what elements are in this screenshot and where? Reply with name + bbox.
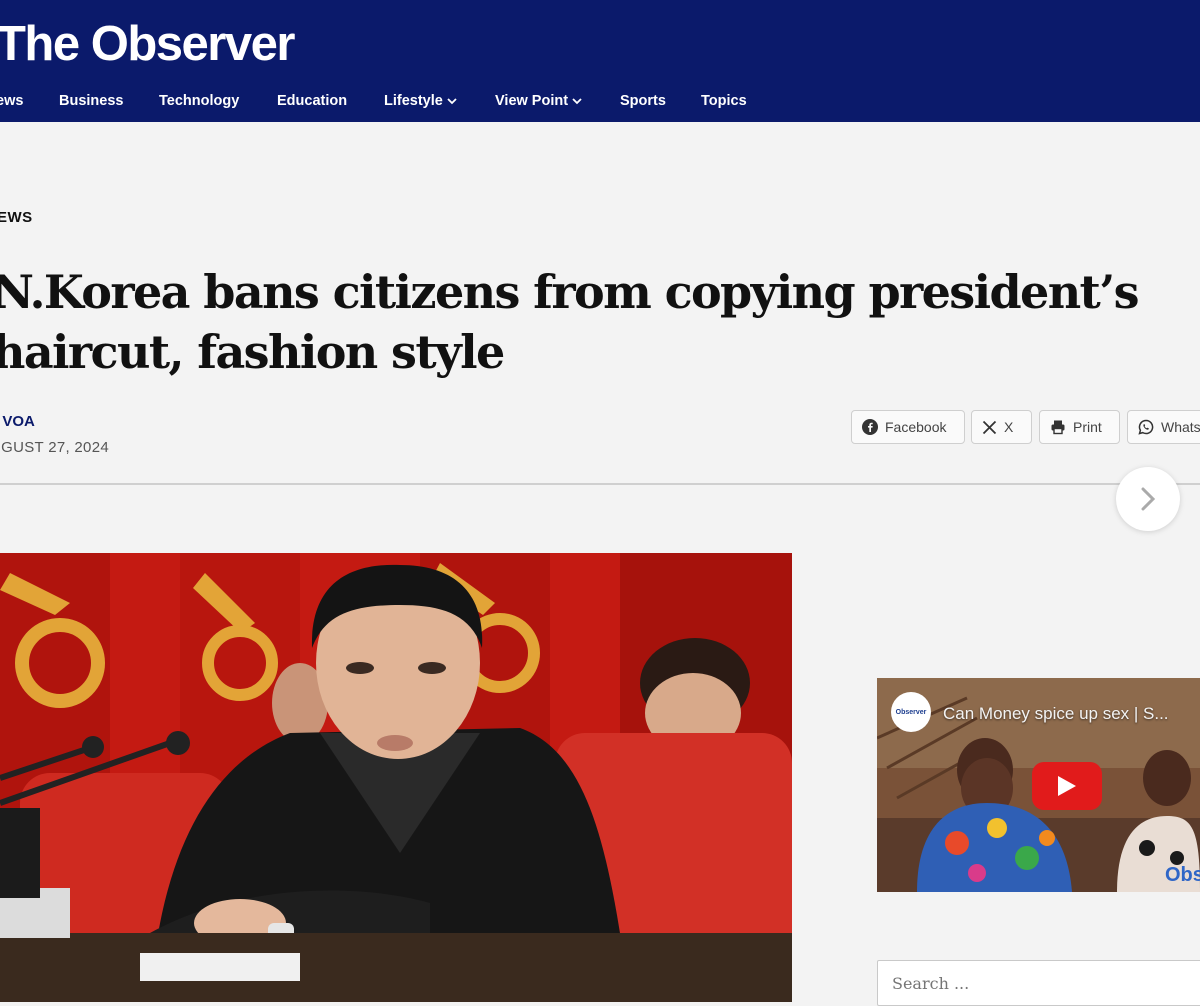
site-logo[interactable]: The Observer <box>0 16 295 72</box>
section-divider <box>0 483 1200 485</box>
chevron-down-icon <box>447 98 457 105</box>
nav-item-education[interactable]: Education <box>277 93 347 109</box>
video-title[interactable]: Can Money spice up sex | S... <box>943 704 1169 724</box>
title-line-1: N.Korea bans citizens from copying presi… <box>0 265 1140 319</box>
nav-item-label: ews <box>0 93 24 109</box>
nav-item-lifestyle[interactable]: Lifestyle <box>384 93 457 109</box>
share-label: Facebook <box>885 419 947 435</box>
share-label: X <box>1004 419 1014 435</box>
nav-item-technology[interactable]: Technology <box>159 93 239 109</box>
article-category[interactable]: EWS <box>0 209 33 226</box>
printer-icon <box>1051 420 1065 435</box>
facebook-icon <box>862 419 878 435</box>
nav-item-topics[interactable]: Topics <box>701 93 747 109</box>
hero-illustration <box>0 553 792 1002</box>
chevron-down-icon <box>572 98 582 105</box>
nav-item-label: Lifestyle <box>384 93 443 109</box>
video-embed[interactable]: Observer Can Money spice up sex | S... O… <box>877 678 1200 892</box>
x-icon <box>982 420 997 434</box>
nav-item-sports[interactable]: Sports <box>620 93 666 109</box>
play-button[interactable] <box>1032 762 1102 810</box>
next-article-button[interactable] <box>1116 467 1180 531</box>
search-input[interactable] <box>877 960 1200 1006</box>
share-facebook-button[interactable]: Facebook <box>851 410 965 444</box>
article-hero-image <box>0 553 792 1002</box>
nav-item-label: Technology <box>159 93 240 109</box>
play-icon <box>1058 776 1076 796</box>
byline: / VOA <box>0 413 35 430</box>
author-link[interactable]: VOA <box>2 413 35 430</box>
nav-item-label: View Point <box>495 93 569 109</box>
whatsapp-icon <box>1138 419 1154 435</box>
nav-item-label: Sports <box>620 93 666 109</box>
share-whatsapp-button[interactable]: Whats <box>1127 410 1200 444</box>
title-line-2: haircut, fashion style <box>0 325 505 379</box>
video-watermark: Obs <box>1165 864 1200 886</box>
share-x-button[interactable]: X <box>971 410 1032 444</box>
site-header: The Observer ews Business Technology Edu… <box>0 0 1200 122</box>
share-label: Whats <box>1161 419 1200 435</box>
share-label: Print <box>1073 419 1102 435</box>
nav-item-label: Topics <box>701 93 747 109</box>
article-title: N.Korea bans citizens from copying presi… <box>0 262 1200 382</box>
nav-item-label: Education <box>277 93 348 109</box>
nav-item-business[interactable]: Business <box>59 93 123 109</box>
nav-item-news[interactable]: ews <box>0 93 23 109</box>
publish-date: UGUST 27, 2024 <box>0 439 109 456</box>
channel-badge[interactable]: Observer <box>891 692 931 732</box>
chevron-right-icon <box>1141 487 1156 511</box>
nav-item-view-point[interactable]: View Point <box>495 93 582 109</box>
print-button[interactable]: Print <box>1039 410 1120 444</box>
nav-item-label: Business <box>59 93 124 109</box>
